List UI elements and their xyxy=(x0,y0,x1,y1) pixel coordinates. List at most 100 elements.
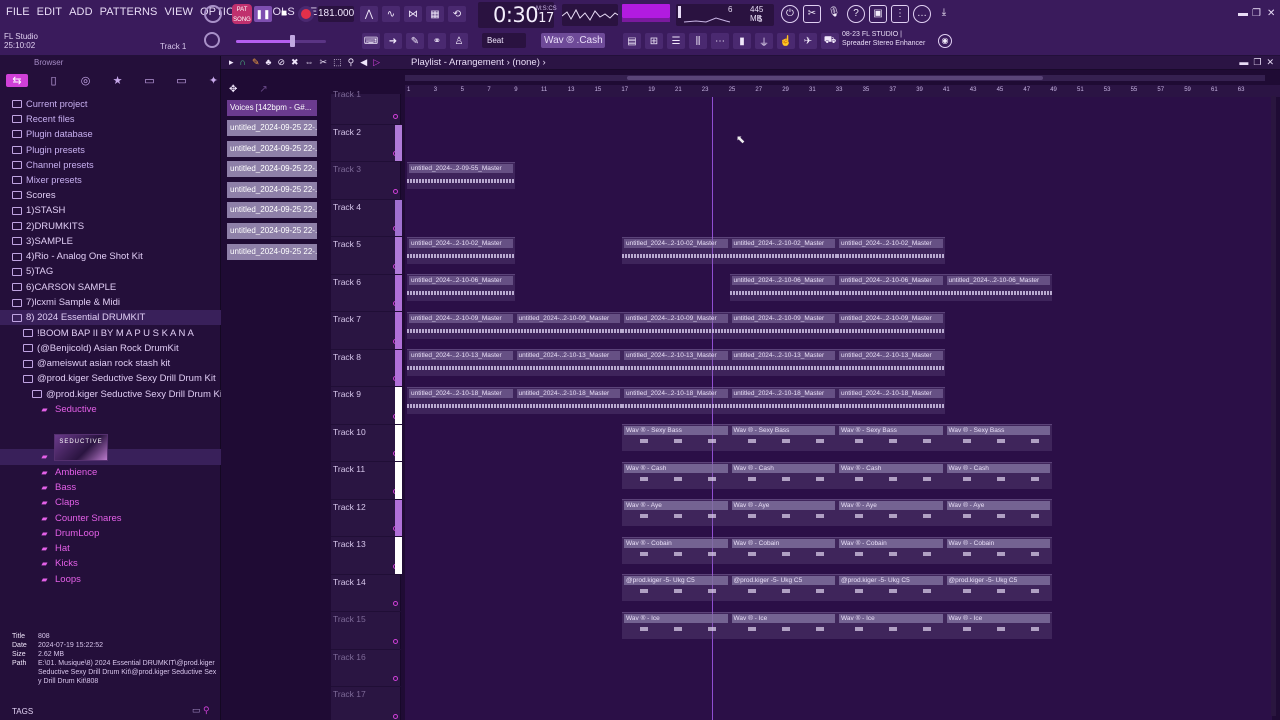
browser-item[interactable]: 2)DRUMKITS xyxy=(0,218,221,233)
playlist-clip[interactable]: untitled_2024-..2-10-06_Master xyxy=(944,274,1052,301)
stamp-icon[interactable]: ♙ xyxy=(450,33,468,49)
magnet-icon[interactable]: ∩ xyxy=(240,57,246,68)
browser-item[interactable]: ▰ DrumLoop xyxy=(0,526,221,541)
browser-item[interactable]: @ameiswut asian rock stash kit xyxy=(0,356,221,371)
zoom-icon[interactable]: ⚲ xyxy=(348,57,355,68)
playlist-clip[interactable]: untitled_2024-..2-10-02_Master xyxy=(729,236,837,264)
play-arrow-icon[interactable]: ▸ xyxy=(229,57,234,68)
menu-file[interactable]: FILE xyxy=(6,6,30,18)
browser-item[interactable]: ▰ Bass xyxy=(0,480,221,495)
browser-item[interactable]: 1)STASH xyxy=(0,203,221,218)
power-icon[interactable]: ⏻ xyxy=(781,5,799,23)
select-icon[interactable]: ⬚ xyxy=(333,57,342,68)
paint-icon[interactable]: ♣ xyxy=(266,57,272,68)
playlist-clip[interactable]: untitled_2024-..2-10-18_Master xyxy=(407,386,515,414)
track-header[interactable]: Track 2 xyxy=(331,124,402,162)
track-header[interactable]: Track 6 xyxy=(331,274,402,312)
playlist-clip[interactable]: Wav ® - Cash xyxy=(944,461,1052,489)
browser-item[interactable]: @prod.kiger Seductive Sexy Drill Drum Ki… xyxy=(0,371,221,386)
bird-icon[interactable]: ✈ xyxy=(799,33,817,49)
track-header[interactable]: Track 1 xyxy=(331,87,401,125)
playlist-clip[interactable]: Wav ® - Ice xyxy=(729,611,837,639)
master-volume-handle[interactable] xyxy=(290,35,295,47)
main-volume-knob[interactable] xyxy=(204,5,222,23)
link-icon[interactable]: ⚭ xyxy=(428,33,446,49)
playlist-clip[interactable]: Wav ® - Aye xyxy=(837,499,945,526)
playlist-clip[interactable]: @prod.kiger -5- Ukg C5 xyxy=(944,574,1052,601)
browser-item[interactable]: Channel presets xyxy=(0,157,221,172)
slip-icon[interactable]: ⇔ xyxy=(305,57,314,68)
menu-add[interactable]: ADD xyxy=(69,6,93,18)
browser-item[interactable]: ▰808 xyxy=(0,449,221,465)
menu-edit[interactable]: EDIT xyxy=(37,6,62,18)
track-header[interactable]: Track 3 xyxy=(331,162,401,200)
playlist-clip[interactable]: Wav ® - Ice xyxy=(837,611,945,639)
browser-item[interactable]: ▰ Claps xyxy=(0,495,221,510)
browser-folder-icon[interactable]: ▭ xyxy=(143,74,156,87)
browser-item[interactable]: 7)lcxmi Sample & Midi xyxy=(0,295,221,310)
playlist-clip[interactable]: Wav ® - Cash xyxy=(729,461,837,489)
track-header[interactable]: Track 5 xyxy=(331,237,402,275)
playlist-clip[interactable]: Wav ® - Cobain xyxy=(944,536,1052,564)
delete-icon[interactable]: ⊘ xyxy=(277,57,285,68)
mic-icon[interactable]: 🎙 xyxy=(825,5,843,23)
track-mute-icon[interactable] xyxy=(393,676,398,681)
playlist-clip[interactable]: untitled_2024-..2-10-06_Master xyxy=(837,274,945,301)
browser-item[interactable]: Plugin database xyxy=(0,127,221,142)
track-header[interactable]: Track 13 xyxy=(331,537,402,575)
picker-item[interactable]: untitled_2024-09-25 22-... xyxy=(227,161,317,178)
playlist-clip[interactable]: @prod.kiger -5- Ukg C5 xyxy=(622,574,730,601)
track-mute-icon[interactable] xyxy=(393,113,398,119)
playlist-clip[interactable]: untitled_2024-..2-10-18_Master xyxy=(729,386,837,414)
playlist-clip[interactable]: untitled_2024-..2-10-13_Master xyxy=(729,349,837,376)
playlist-clip[interactable]: untitled_2024-..2-10-18_Master xyxy=(837,386,945,414)
browser-item[interactable]: ▰ Loops xyxy=(0,572,221,587)
tempo-display[interactable]: 181.000 xyxy=(318,6,354,22)
browser-item[interactable]: Recent files xyxy=(0,111,221,126)
playlist-clip[interactable]: Wav ® - Ice xyxy=(622,611,730,639)
browser-item[interactable]: @prod.kiger Seductive Sexy Drill Drum Ki… xyxy=(0,387,221,402)
browser-item[interactable]: Current project xyxy=(0,96,221,111)
track-mute-icon[interactable] xyxy=(393,713,398,719)
picker-item[interactable]: untitled_2024-09-25 22-... xyxy=(227,243,317,260)
pl-close-icon[interactable]: ✕ xyxy=(1266,57,1274,67)
vertical-scrollbar[interactable] xyxy=(1271,96,1276,716)
piano-roll-icon[interactable]: ⊞ xyxy=(645,33,663,49)
download-icon[interactable]: ⤓ xyxy=(935,5,953,23)
picker-item[interactable]: untitled_2024-09-25 22-... xyxy=(227,181,317,198)
browser-item[interactable]: 6)CARSON SAMPLE xyxy=(0,280,221,295)
countdown-icon[interactable]: ⋈ xyxy=(404,6,422,22)
master-pitch-knob[interactable] xyxy=(204,32,220,48)
playlist-clip[interactable]: Wav ® - Aye xyxy=(944,499,1052,526)
metronome-icon[interactable]: ⋀ xyxy=(360,6,378,22)
play-pattern-icon[interactable]: ▷ xyxy=(373,57,380,68)
search-icon[interactable]: ⚲ xyxy=(203,705,210,715)
channel-rack-icon[interactable]: ☰ xyxy=(667,33,685,49)
menu-view[interactable]: VIEW xyxy=(164,6,193,18)
cut-icon[interactable]: ✂ xyxy=(803,5,821,23)
track-header[interactable]: Track 16 xyxy=(331,650,401,687)
browser-item[interactable]: ▰ Hat xyxy=(0,541,221,556)
playlist-clip[interactable]: Wav ® - Cash xyxy=(837,461,945,489)
chat-icon[interactable]: … xyxy=(913,5,931,23)
arrangement-grid[interactable]: untitled_2024-..2-09-55_Master untitled_2… xyxy=(405,97,1272,720)
plugin-db-icon[interactable]: ▮ xyxy=(733,33,751,49)
playlist-clip[interactable]: untitled_2024-..2-10-09_Master xyxy=(729,311,837,339)
picker-header[interactable]: Voices [142bpm - G#... xyxy=(227,100,317,116)
track-header[interactable]: Track 9 xyxy=(331,387,402,425)
playlist-clip[interactable]: untitled_2024-..2-10-02_Master xyxy=(837,236,945,264)
slice-icon[interactable]: ✂ xyxy=(320,57,328,68)
browser-item[interactable]: 8) 2024 Essential DRUMKIT xyxy=(0,310,221,326)
browser-view-icon[interactable]: ⋯ xyxy=(711,33,729,49)
loop-record-icon[interactable]: ⟲ xyxy=(448,6,466,22)
pattern-selector[interactable]: Wav ® .Cash xyxy=(541,33,605,48)
playlist-clip[interactable]: untitled_2024-..2-10-13_Master xyxy=(837,349,945,376)
playlist-clip[interactable]: untitled_2024-..2-10-06_Master xyxy=(407,274,515,301)
touch-icon[interactable]: ☝ xyxy=(777,33,795,49)
close-icon[interactable]: ✕ xyxy=(1267,8,1275,19)
playlist-clip[interactable]: Wav ® - Sexy Bass xyxy=(837,424,945,451)
browser-item[interactable]: Scores xyxy=(0,188,221,203)
timeline-ruler[interactable]: 1 3 5 7 9 11 13 15 17 19 21 23 25 27 29 31 33 35 37 39 41 43 4… xyxy=(405,85,1280,97)
mute-icon[interactable]: ✖ xyxy=(291,57,299,68)
tags-label[interactable]: TAGS xyxy=(12,707,33,716)
